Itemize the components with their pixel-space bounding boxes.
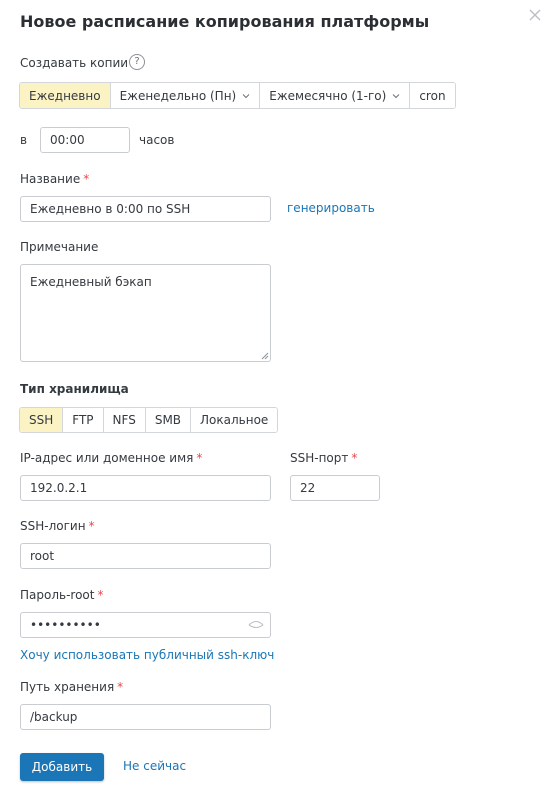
storage-option-ftp[interactable]: FTP [63, 408, 104, 432]
ssh-key-link[interactable]: Хочу использовать публичный ssh-ключ [20, 648, 274, 662]
storage-option-local[interactable]: Локальное [191, 408, 278, 432]
storage-type-label: Тип хранилища [20, 382, 129, 396]
add-button[interactable]: Добавить [20, 753, 104, 781]
host-input[interactable]: 192.0.2.1 [20, 475, 271, 501]
schedule-label: Создавать копии [20, 56, 129, 70]
login-input-value: root [30, 549, 55, 563]
schedule-option-monthly[interactable]: Ежемесячно (1-го) [260, 83, 411, 108]
time-input-value: 00:00 [50, 133, 85, 147]
host-label: IP-адрес или доменное имя * [20, 451, 202, 465]
chevron-down-icon [392, 93, 400, 98]
at-label: в [20, 133, 28, 147]
storage-segmented-control: SSH FTP NFS SMB Локальное [19, 407, 279, 433]
login-label-text: SSH-логин [20, 519, 86, 533]
required-mark: * [83, 172, 90, 186]
schedule-option-daily[interactable]: Ежедневно [20, 83, 111, 108]
name-input-value: Ежедневно в 0:00 по SSH [30, 202, 191, 216]
name-label: Название * [20, 172, 89, 186]
schedule-option-weekly[interactable]: Еженедельно (Пн) [110, 83, 261, 108]
host-label-text: IP-адрес или доменное имя [20, 451, 194, 465]
required-mark: * [351, 451, 358, 465]
note-textarea-value: Ежедневный бэкап [30, 275, 152, 289]
schedule-segmented-control: Ежедневно Еженедельно (Пн) Ежемесячно (1… [19, 82, 456, 109]
storage-option-smb[interactable]: SMB [145, 408, 192, 432]
time-input[interactable]: 00:00 [40, 127, 130, 153]
port-input[interactable]: 22 [290, 475, 380, 501]
note-label: Примечание [20, 240, 99, 254]
resize-handle-icon[interactable] [261, 352, 269, 360]
port-label-text: SSH-порт [290, 451, 349, 465]
required-mark: * [88, 519, 95, 533]
path-input[interactable]: /backup [20, 704, 271, 730]
required-mark: * [97, 588, 104, 602]
path-label-text: Путь хранения [20, 680, 115, 694]
hours-label: часов [139, 133, 175, 147]
eye-closed-icon[interactable] [248, 619, 264, 631]
storage-option-label: Локальное [200, 413, 269, 427]
schedule-option-label: cron [419, 88, 446, 103]
note-textarea[interactable]: Ежедневный бэкап [20, 264, 271, 362]
password-label: Пароль-root * [20, 588, 103, 602]
schedule-option-label: Ежедневно [29, 88, 101, 103]
storage-option-label: SMB [154, 413, 182, 427]
path-input-value: /backup [30, 710, 78, 724]
password-input-value: •••••••••• [30, 618, 101, 632]
storage-option-label: SSH [29, 413, 54, 427]
close-icon[interactable] [525, 5, 545, 25]
required-mark: * [117, 680, 124, 694]
password-input[interactable]: •••••••••• [20, 612, 271, 638]
storage-option-label: FTP [72, 413, 94, 427]
name-label-text: Название [20, 172, 81, 186]
password-label-text: Пароль-root [20, 588, 95, 602]
storage-option-nfs[interactable]: NFS [103, 408, 146, 432]
port-input-value: 22 [300, 481, 316, 495]
host-input-value: 192.0.2.1 [30, 481, 88, 495]
generate-link[interactable]: генерировать [287, 201, 375, 215]
name-input[interactable]: Ежедневно в 0:00 по SSH [20, 196, 271, 222]
storage-option-label: NFS [112, 413, 136, 427]
port-label: SSH-порт * [290, 451, 357, 465]
dialog-title: Новое расписание копирования платформы [20, 12, 430, 31]
help-icon[interactable]: ? [129, 54, 145, 70]
path-label: Путь хранения * [20, 680, 123, 694]
schedule-option-label: Ежемесячно (1-го) [269, 88, 387, 103]
login-label: SSH-логин * [20, 519, 95, 533]
login-input[interactable]: root [20, 543, 271, 569]
chevron-down-icon [242, 93, 250, 98]
storage-option-ssh[interactable]: SSH [20, 408, 64, 432]
schedule-option-cron[interactable]: cron [410, 83, 455, 108]
not-now-link[interactable]: Не сейчас [123, 759, 186, 773]
schedule-option-label: Еженедельно (Пн) [119, 88, 237, 103]
required-mark: * [196, 451, 203, 465]
